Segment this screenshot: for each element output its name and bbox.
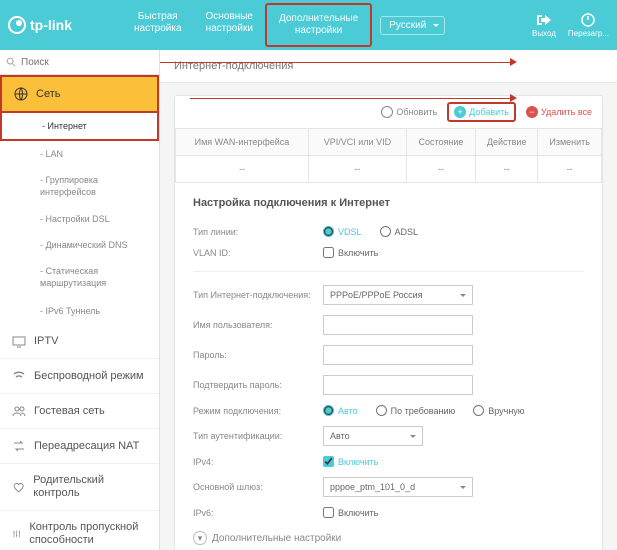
radio-adsl[interactable]: ADSL bbox=[380, 226, 419, 237]
th-wan: Имя WAN-интерфейса bbox=[176, 129, 309, 156]
globe-icon bbox=[14, 87, 28, 101]
label-password: Пароль: bbox=[193, 350, 323, 360]
delete-all-button[interactable]: − Удалить все bbox=[526, 106, 592, 118]
nav-tabs: Быстрая настройка Основные настройки Доп… bbox=[122, 3, 372, 47]
brand-text: tp-link bbox=[30, 17, 72, 33]
section-internet-title: Настройка подключения к Интернет bbox=[175, 183, 602, 217]
label-mode: Режим подключения: bbox=[193, 406, 323, 416]
logout-button[interactable]: Выход bbox=[532, 13, 556, 38]
sidebar-sub-group[interactable]: - Группировка интерфейсов bbox=[0, 167, 159, 206]
radio-manual[interactable]: Вручную bbox=[473, 405, 524, 416]
label-gateway: Основной шлюз: bbox=[193, 482, 323, 492]
search-box[interactable] bbox=[0, 50, 159, 75]
sidebar-item-network[interactable]: Сеть bbox=[0, 75, 159, 113]
label-ipv4: IPv4: bbox=[193, 457, 323, 467]
main-content: Интернет-подключения ↻ Обновить + Добави… bbox=[160, 50, 617, 550]
refresh-icon: ↻ bbox=[381, 106, 393, 118]
sidebar-sub-dsl[interactable]: - Настройки DSL bbox=[0, 206, 159, 232]
logo-icon bbox=[8, 16, 26, 34]
input-username[interactable] bbox=[323, 315, 473, 335]
expand-more-settings[interactable]: ▾ Дополнительные настройки bbox=[193, 523, 584, 550]
sidebar-sub-ddns[interactable]: - Динамический DNS bbox=[0, 232, 159, 258]
users-icon bbox=[12, 404, 26, 418]
sidebar-sub-static[interactable]: - Статическая маршрутизация bbox=[0, 258, 159, 297]
plus-icon: + bbox=[454, 106, 466, 118]
select-conn-type[interactable]: PPPoE/PPPoE Россия bbox=[323, 285, 473, 305]
reboot-button[interactable]: Перезагр... bbox=[568, 13, 609, 38]
tab-advanced[interactable]: Дополнительные настройки bbox=[265, 3, 372, 47]
refresh-button[interactable]: ↻ Обновить bbox=[381, 106, 437, 118]
sidebar-sub-ipv6[interactable]: - IPv6 Туннель bbox=[0, 298, 159, 324]
radio-auto[interactable]: Авто bbox=[323, 405, 358, 416]
sidebar-item-parental[interactable]: Родительский контроль bbox=[0, 464, 159, 511]
checkbox-ipv4[interactable]: Включить bbox=[323, 456, 378, 467]
sidebar-item-bandwidth[interactable]: Контроль пропускной способности bbox=[0, 511, 159, 550]
sidebar-sub-lan[interactable]: - LAN bbox=[0, 141, 159, 167]
page-title: Интернет-подключения bbox=[160, 50, 617, 83]
th-vpi: VPI/VCI или VID bbox=[308, 129, 406, 156]
sidebar-label: Сеть bbox=[36, 88, 60, 100]
minus-icon: − bbox=[526, 106, 538, 118]
sidebar-sub-internet[interactable]: - Интернет bbox=[2, 113, 157, 139]
table-row: ---------- bbox=[176, 156, 602, 183]
sidebar-item-iptv[interactable]: IPTV bbox=[0, 324, 159, 359]
th-edit: Изменить bbox=[538, 129, 602, 156]
select-auth[interactable]: Авто bbox=[323, 426, 423, 446]
label-vlan: VLAN ID: bbox=[193, 248, 323, 258]
logo: tp-link bbox=[8, 16, 72, 34]
connections-table: Имя WAN-интерфейса VPI/VCI или VID Состо… bbox=[175, 128, 602, 183]
checkbox-vlan[interactable]: Включить bbox=[323, 247, 378, 258]
sliders-icon bbox=[12, 527, 21, 541]
sidebar-item-guest[interactable]: Гостевая сеть bbox=[0, 394, 159, 429]
heart-icon bbox=[12, 480, 25, 494]
label-line-type: Тип линии: bbox=[193, 227, 323, 237]
tab-quick[interactable]: Быстрая настройка bbox=[122, 3, 194, 47]
add-button[interactable]: + Добавить bbox=[447, 102, 516, 122]
label-auth: Тип аутентификации: bbox=[193, 431, 323, 441]
search-icon bbox=[6, 56, 16, 68]
tv-icon bbox=[12, 334, 26, 348]
input-password2[interactable] bbox=[323, 375, 473, 395]
language-select[interactable]: Русский bbox=[380, 16, 445, 35]
label-conn-type: Тип Интернет-подключения: bbox=[193, 290, 323, 300]
connections-panel: ↻ Обновить + Добавить − Удалить все Имя … bbox=[174, 95, 603, 550]
label-ipv6: IPv6: bbox=[193, 508, 323, 518]
th-state: Состояние bbox=[406, 129, 475, 156]
header-bar: tp-link Быстрая настройка Основные настр… bbox=[0, 0, 617, 50]
sidebar-item-nat[interactable]: Переадресация NAT bbox=[0, 429, 159, 464]
chevron-down-icon: ▾ bbox=[193, 531, 207, 545]
sidebar: Сеть - Интернет - LAN - Группировка инте… bbox=[0, 50, 160, 550]
th-action: Действие bbox=[476, 129, 538, 156]
input-password[interactable] bbox=[323, 345, 473, 365]
nat-icon bbox=[12, 439, 26, 453]
tab-basic[interactable]: Основные настройки bbox=[194, 3, 265, 47]
wifi-icon bbox=[12, 369, 26, 383]
radio-demand[interactable]: По требованию bbox=[376, 405, 456, 416]
label-username: Имя пользователя: bbox=[193, 320, 323, 330]
sidebar-item-wireless[interactable]: Беспроводной режим bbox=[0, 359, 159, 394]
radio-vdsl[interactable]: VDSL bbox=[323, 226, 362, 237]
search-input[interactable] bbox=[21, 57, 153, 68]
checkbox-ipv6[interactable]: Включить bbox=[323, 507, 378, 518]
label-password2: Подтвердить пароль: bbox=[193, 380, 323, 390]
select-gateway[interactable]: pppoe_ptm_101_0_d bbox=[323, 477, 473, 497]
